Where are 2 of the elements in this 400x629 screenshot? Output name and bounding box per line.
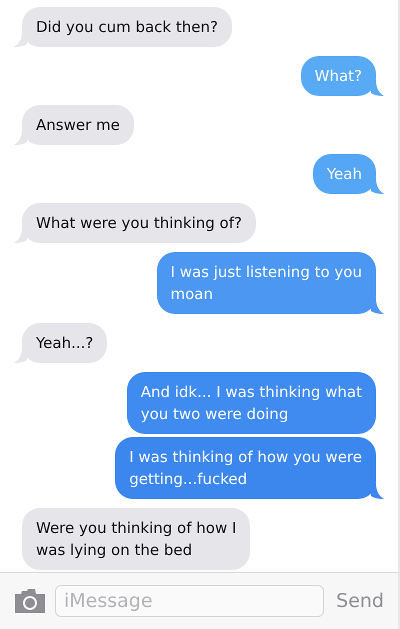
camera-icon[interactable] [15,589,45,613]
message-field[interactable]: iMessage [55,585,324,617]
